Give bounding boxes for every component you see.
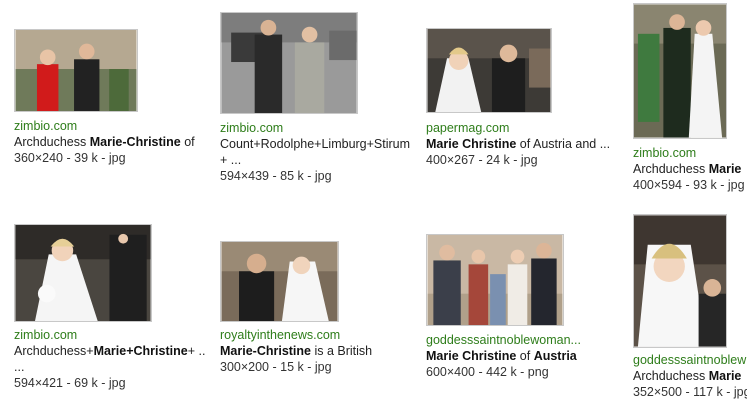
result-domain[interactable]: papermag.com <box>426 120 610 136</box>
result-domain[interactable]: goddesssaintnoblew <box>633 352 747 368</box>
image-result: goddesssaintnoblew Archduchess Marie 352… <box>633 214 747 400</box>
wedding-photo-image <box>427 29 551 112</box>
result-domain[interactable]: zimbio.com <box>220 120 410 136</box>
result-title[interactable]: Marie Christine of Austria and ... <box>426 136 610 152</box>
result-title-continued: ... <box>14 360 25 374</box>
result-dimensions: 400×267 - 24 k - jpg <box>426 153 538 167</box>
title-text: Count+Rodolphe+Limburg+Stirum <box>220 137 411 151</box>
title-highlight: Marie-Christine <box>220 344 311 358</box>
result-title-continued: + ... <box>220 153 242 167</box>
title-text: of <box>516 349 534 363</box>
title-text: Archduchess+ <box>14 344 94 358</box>
result-dimensions: 600×400 - 442 k - png <box>426 365 549 379</box>
title-highlight: Marie <box>708 162 742 176</box>
image-result: papermag.com Marie Christine of Austria … <box>426 28 610 168</box>
title-text: of <box>180 135 195 149</box>
wedding-photo-image <box>15 30 137 111</box>
image-result: royaltyinthenews.com Marie-Christine is … <box>220 241 372 375</box>
result-title[interactable]: Marie Christine of Austria <box>426 348 581 364</box>
result-dimensions: 352×500 - 117 k - jpg <box>633 385 747 399</box>
title-text: Archduchess <box>633 162 709 176</box>
image-result: zimbio.com Archduchess Marie 400×594 - 9… <box>633 3 745 193</box>
result-dimensions: 300×200 - 15 k - jpg <box>220 360 332 374</box>
title-highlight: Marie-Christine <box>89 135 181 149</box>
image-result: zimbio.com Archduchess Marie-Christine o… <box>14 29 195 166</box>
result-title[interactable]: Archduchess Marie <box>633 368 747 384</box>
result-dimensions: 594×439 - 85 k - jpg <box>220 169 332 183</box>
image-result: zimbio.com Count+Rodolphe+Limburg+Stirum… <box>220 12 410 184</box>
image-result: goddesssaintnoblewoman... Marie Christin… <box>426 234 581 380</box>
title-text: is a British <box>311 344 373 358</box>
result-thumbnail[interactable] <box>633 214 727 348</box>
result-thumbnail[interactable] <box>426 28 552 113</box>
family-photo-image <box>427 235 563 325</box>
result-title[interactable]: Archduchess+Marie+Christine+ .. <box>14 343 205 359</box>
image-result: zimbio.com Archduchess+Marie+Christine+ … <box>14 224 205 391</box>
result-thumbnail[interactable] <box>426 234 564 326</box>
title-text: Archduchess <box>14 135 90 149</box>
wedding-photo-image <box>15 225 151 321</box>
result-thumbnail[interactable] <box>14 29 138 112</box>
title-text: Archduchess <box>633 369 709 383</box>
result-title[interactable]: Marie-Christine is a British <box>220 343 372 359</box>
title-highlight: Marie+Christine <box>93 344 188 358</box>
result-domain[interactable]: goddesssaintnoblewoman... <box>426 332 581 348</box>
result-thumbnail[interactable] <box>633 3 727 139</box>
result-domain[interactable]: zimbio.com <box>14 327 205 343</box>
result-dimensions: 594×421 - 69 k - jpg <box>14 376 126 390</box>
title-highlight: Marie Christine <box>426 349 517 363</box>
bride-portrait-image <box>634 215 726 347</box>
result-domain[interactable]: zimbio.com <box>14 118 195 134</box>
title-text: of Austria and ... <box>516 137 611 151</box>
result-thumbnail[interactable] <box>220 241 339 322</box>
result-title[interactable]: Count+Rodolphe+Limburg+Stirum <box>220 136 410 152</box>
result-thumbnail[interactable] <box>220 12 358 114</box>
wedding-photo-image <box>634 4 726 138</box>
result-domain[interactable]: zimbio.com <box>633 145 745 161</box>
title-text: + .. <box>187 344 206 358</box>
result-title[interactable]: Archduchess Marie-Christine of <box>14 134 195 150</box>
wedding-photo-image <box>221 13 357 113</box>
result-dimensions: 400×594 - 93 k - jpg <box>633 178 745 192</box>
wedding-photo-image <box>221 242 338 321</box>
result-title[interactable]: Archduchess Marie <box>633 161 745 177</box>
title-highlight: Marie Christine <box>426 137 517 151</box>
result-domain[interactable]: royaltyinthenews.com <box>220 327 372 343</box>
result-dimensions: 360×240 - 39 k - jpg <box>14 151 126 165</box>
title-highlight: Marie <box>708 369 742 383</box>
result-thumbnail[interactable] <box>14 224 152 322</box>
title-highlight: Austria <box>533 349 577 363</box>
